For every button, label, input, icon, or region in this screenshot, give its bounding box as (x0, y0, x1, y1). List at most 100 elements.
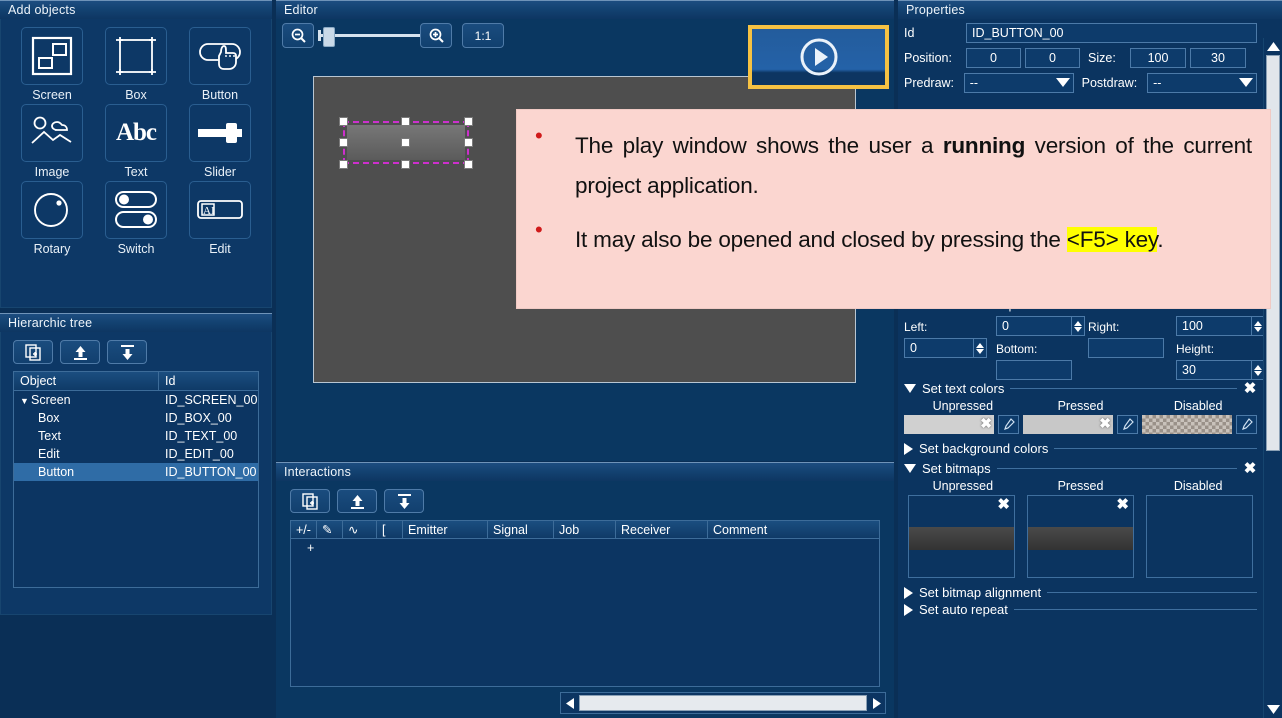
add-object-box[interactable]: Box (95, 27, 177, 102)
interaction-add-row-marker[interactable]: + (307, 541, 314, 555)
add-object-switch[interactable]: Switch (95, 181, 177, 256)
hierarchic-tree-table[interactable]: Object Id ▼ Screen ID_SCREEN_00 Box ID_BOX_0… (13, 371, 259, 588)
add-object-edit[interactable]: AI Edit (179, 181, 261, 256)
ia-col-emitter[interactable]: Emitter (403, 521, 488, 538)
scroll-right-icon[interactable] (867, 693, 885, 713)
ia-col-curve-icon[interactable]: ∿ (343, 521, 377, 538)
tree-row[interactable]: ▼ Screen ID_SCREEN_00 (14, 391, 258, 409)
tree-row[interactable]: Text ID_TEXT_00 (14, 427, 258, 445)
clear-color-icon[interactable]: ✖ (1099, 415, 1111, 432)
interaction-add-button[interactable] (290, 489, 330, 513)
size-width-field[interactable]: 100 (1130, 48, 1186, 68)
position-x-field[interactable]: 0 (966, 48, 1021, 68)
bitmap-pressed[interactable]: ✖ (1027, 495, 1134, 578)
image-icon[interactable] (21, 104, 83, 162)
interactions-rows[interactable]: + (290, 539, 880, 687)
play-button-highlight[interactable] (748, 25, 889, 89)
zoom-slider-knob[interactable] (323, 27, 335, 47)
color-swatch-transparent[interactable] (1142, 415, 1232, 434)
hscroll-thumb[interactable] (579, 695, 867, 711)
postdraw-select[interactable]: -- (1147, 73, 1257, 93)
zoom-out-button[interactable] (282, 23, 314, 48)
chevron-down-icon[interactable] (1239, 78, 1253, 87)
add-object-screen[interactable]: Screen (11, 27, 93, 102)
box-icon[interactable] (105, 27, 167, 85)
tree-move-down-button[interactable] (107, 340, 147, 364)
bitmap-unpressed[interactable]: ✖ (908, 495, 1015, 578)
disclosure-triangle-closed-icon[interactable] (904, 586, 913, 599)
eyedropper-icon[interactable] (998, 415, 1019, 434)
screen-icon[interactable] (21, 27, 83, 85)
id-field[interactable]: ID_BUTTON_00 (966, 23, 1257, 43)
tree-move-up-button[interactable] (60, 340, 100, 364)
ia-col-bracket[interactable]: [ (377, 521, 403, 538)
add-object-text[interactable]: Abc Text (95, 104, 177, 179)
predraw-select[interactable]: -- (963, 73, 1074, 93)
add-object-button[interactable]: Button (179, 27, 261, 102)
section-set-text-colors[interactable]: Set text colors ✖ (904, 379, 1257, 397)
clear-bitmap-icon[interactable]: ✖ (1116, 495, 1129, 513)
move-handle[interactable] (401, 138, 410, 147)
resize-handle-se[interactable] (464, 160, 473, 169)
eyedropper-icon[interactable] (1117, 415, 1138, 434)
scroll-down-icon[interactable] (1264, 701, 1282, 718)
interactions-hscrollbar[interactable] (560, 692, 886, 714)
interaction-move-up-button[interactable] (337, 489, 377, 513)
ia-col-signal[interactable]: Signal (488, 521, 554, 538)
zoom-ratio-button[interactable]: 1:1 (462, 23, 504, 48)
play-button[interactable] (752, 29, 885, 85)
slider-icon[interactable] (189, 104, 251, 162)
color-swatch[interactable]: ✖ (904, 415, 994, 434)
section-set-bitmaps[interactable]: Set bitmaps ✖ (904, 459, 1257, 477)
disclosure-triangle-open-icon[interactable] (904, 463, 916, 473)
section-set-auto-repeat[interactable]: Set auto repeat (904, 602, 1257, 617)
clear-color-icon[interactable]: ✖ (980, 415, 992, 432)
resize-handle-sw[interactable] (339, 160, 348, 169)
scroll-up-icon[interactable] (1264, 38, 1282, 55)
ia-col-edit-icon[interactable]: ✎ (317, 521, 343, 538)
section-close-icon[interactable]: ✖ (1243, 459, 1257, 477)
resize-handle-nw[interactable] (339, 117, 348, 126)
color-swatch[interactable]: ✖ (1023, 415, 1113, 434)
expand-caret-icon[interactable]: ▼ (20, 392, 31, 410)
ia-col-comment[interactable]: Comment (708, 521, 879, 538)
eyedropper-icon[interactable] (1236, 415, 1257, 434)
tree-duplicate-button[interactable] (13, 340, 53, 364)
resize-handle-ne[interactable] (464, 117, 473, 126)
interaction-move-down-button[interactable] (384, 489, 424, 513)
resize-handle-n[interactable] (401, 117, 410, 126)
top-spinner[interactable] (1072, 316, 1085, 336)
left-spinner[interactable] (974, 338, 987, 358)
width-field[interactable]: 100 (1176, 316, 1252, 336)
section-set-bitmap-alignment[interactable]: Set bitmap alignment (904, 585, 1257, 600)
position-y-field[interactable]: 0 (1025, 48, 1080, 68)
resize-handle-w[interactable] (339, 138, 348, 147)
add-object-rotary[interactable]: Rotary (11, 181, 93, 256)
section-set-background-colors[interactable]: Set background colors (904, 441, 1257, 456)
ia-col-job[interactable]: Job (554, 521, 616, 538)
resize-handle-e[interactable] (464, 138, 473, 147)
clear-bitmap-icon[interactable]: ✖ (997, 495, 1010, 513)
disclosure-triangle-open-icon[interactable] (904, 383, 916, 393)
size-height-field[interactable]: 30 (1190, 48, 1246, 68)
add-object-image[interactable]: Image (11, 104, 93, 179)
top-field[interactable]: 0 (996, 316, 1072, 336)
switch-icon[interactable] (105, 181, 167, 239)
bitmap-disabled[interactable] (1146, 495, 1253, 578)
chevron-down-icon[interactable] (1055, 78, 1070, 87)
disclosure-triangle-closed-icon[interactable] (904, 442, 913, 455)
disclosure-triangle-closed-icon[interactable] (904, 603, 913, 616)
text-icon[interactable]: Abc (105, 104, 167, 162)
resize-handle-s[interactable] (401, 160, 410, 169)
left-field[interactable]: 0 (904, 338, 974, 358)
right-field[interactable] (1088, 338, 1164, 358)
height-field[interactable]: 30 (1176, 360, 1252, 380)
section-close-icon[interactable]: ✖ (1243, 379, 1257, 397)
scroll-left-icon[interactable] (561, 693, 579, 713)
tree-row[interactable]: Button ID_BUTTON_00 (14, 463, 258, 481)
bottom-field[interactable] (996, 360, 1072, 380)
ia-col-plusminus[interactable]: +/- (291, 521, 317, 538)
ia-col-receiver[interactable]: Receiver (616, 521, 708, 538)
add-object-slider[interactable]: Slider (179, 104, 261, 179)
rotary-icon[interactable] (21, 181, 83, 239)
